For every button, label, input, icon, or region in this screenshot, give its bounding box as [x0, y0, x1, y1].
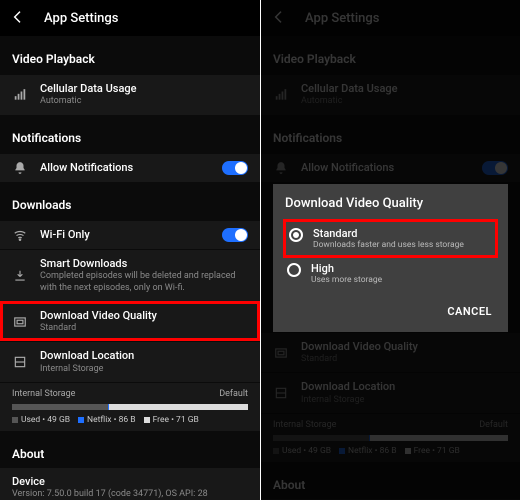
page-title: App Settings	[44, 11, 118, 26]
row-download-quality[interactable]: Download Video Quality Standard	[0, 301, 260, 342]
option-standard-label: Standard	[313, 227, 492, 240]
smart-label: Smart Downloads	[40, 257, 248, 271]
quality-icon	[12, 315, 28, 329]
storage-icon	[12, 355, 28, 369]
section-about: About	[0, 431, 260, 467]
quality-sub: Standard	[40, 323, 248, 334]
quality-label: Download Video Quality	[40, 309, 248, 323]
storage-bar	[12, 404, 248, 410]
notifications-label: Allow Notifications	[40, 161, 210, 175]
option-high-sub: Uses more storage	[311, 275, 494, 285]
section-downloads: Downloads	[0, 182, 260, 220]
row-allow-notifications[interactable]: Allow Notifications	[0, 153, 260, 182]
cellular-sub: Automatic	[40, 96, 248, 107]
section-notifications: Notifications	[0, 115, 260, 153]
location-sub: Internal Storage	[40, 364, 248, 375]
section-video-playback: Video Playback	[0, 36, 260, 74]
device-version: Version: 7.50.0 build 17 (code 34771), O…	[12, 489, 248, 500]
row-smart-downloads[interactable]: Smart Downloads Completed episodes will …	[0, 249, 260, 301]
wifi-icon	[12, 228, 28, 242]
wifi-toggle[interactable]	[222, 228, 248, 242]
dialog-download-quality: Download Video Quality Standard Download…	[273, 184, 508, 332]
notifications-toggle[interactable]	[222, 161, 248, 175]
option-standard-sub: Downloads faster and uses less storage	[313, 240, 492, 250]
wifi-label: Wi-Fi Only	[40, 228, 210, 242]
bell-icon	[12, 161, 28, 175]
dialog-title: Download Video Quality	[285, 196, 496, 211]
settings-pane-left: App Settings Video Playback Cellular Dat…	[0, 0, 260, 500]
download-settings-icon	[12, 269, 28, 283]
location-label: Download Location	[40, 349, 248, 363]
row-cellular-data[interactable]: Cellular Data Usage Automatic	[0, 74, 260, 115]
row-wifi-only[interactable]: Wi-Fi Only	[0, 220, 260, 249]
device-label: Device	[12, 475, 248, 489]
settings-pane-right: App Settings Video Playback Cellular Dat…	[260, 0, 520, 500]
radio-selected-icon	[289, 228, 303, 242]
row-download-location[interactable]: Download Location Internal Storage	[0, 341, 260, 382]
row-device[interactable]: Device Version: 7.50.0 build 17 (code 34…	[0, 467, 260, 500]
storage-block: Internal Storage Default Used • 49 GB Ne…	[0, 382, 260, 431]
option-high[interactable]: High Uses more storage	[285, 256, 496, 291]
option-standard[interactable]: Standard Downloads faster and uses less …	[285, 221, 496, 256]
option-high-label: High	[311, 262, 494, 275]
radio-unselected-icon	[287, 263, 301, 277]
cellular-label: Cellular Data Usage	[40, 82, 248, 96]
back-icon[interactable]	[10, 9, 26, 28]
cancel-button[interactable]: CANCEL	[443, 299, 496, 324]
smart-sub: Completed episodes will be deleted and r…	[40, 271, 248, 294]
storage-label: Internal Storage	[12, 389, 75, 399]
signal-icon	[12, 88, 28, 102]
storage-default: Default	[219, 389, 248, 399]
